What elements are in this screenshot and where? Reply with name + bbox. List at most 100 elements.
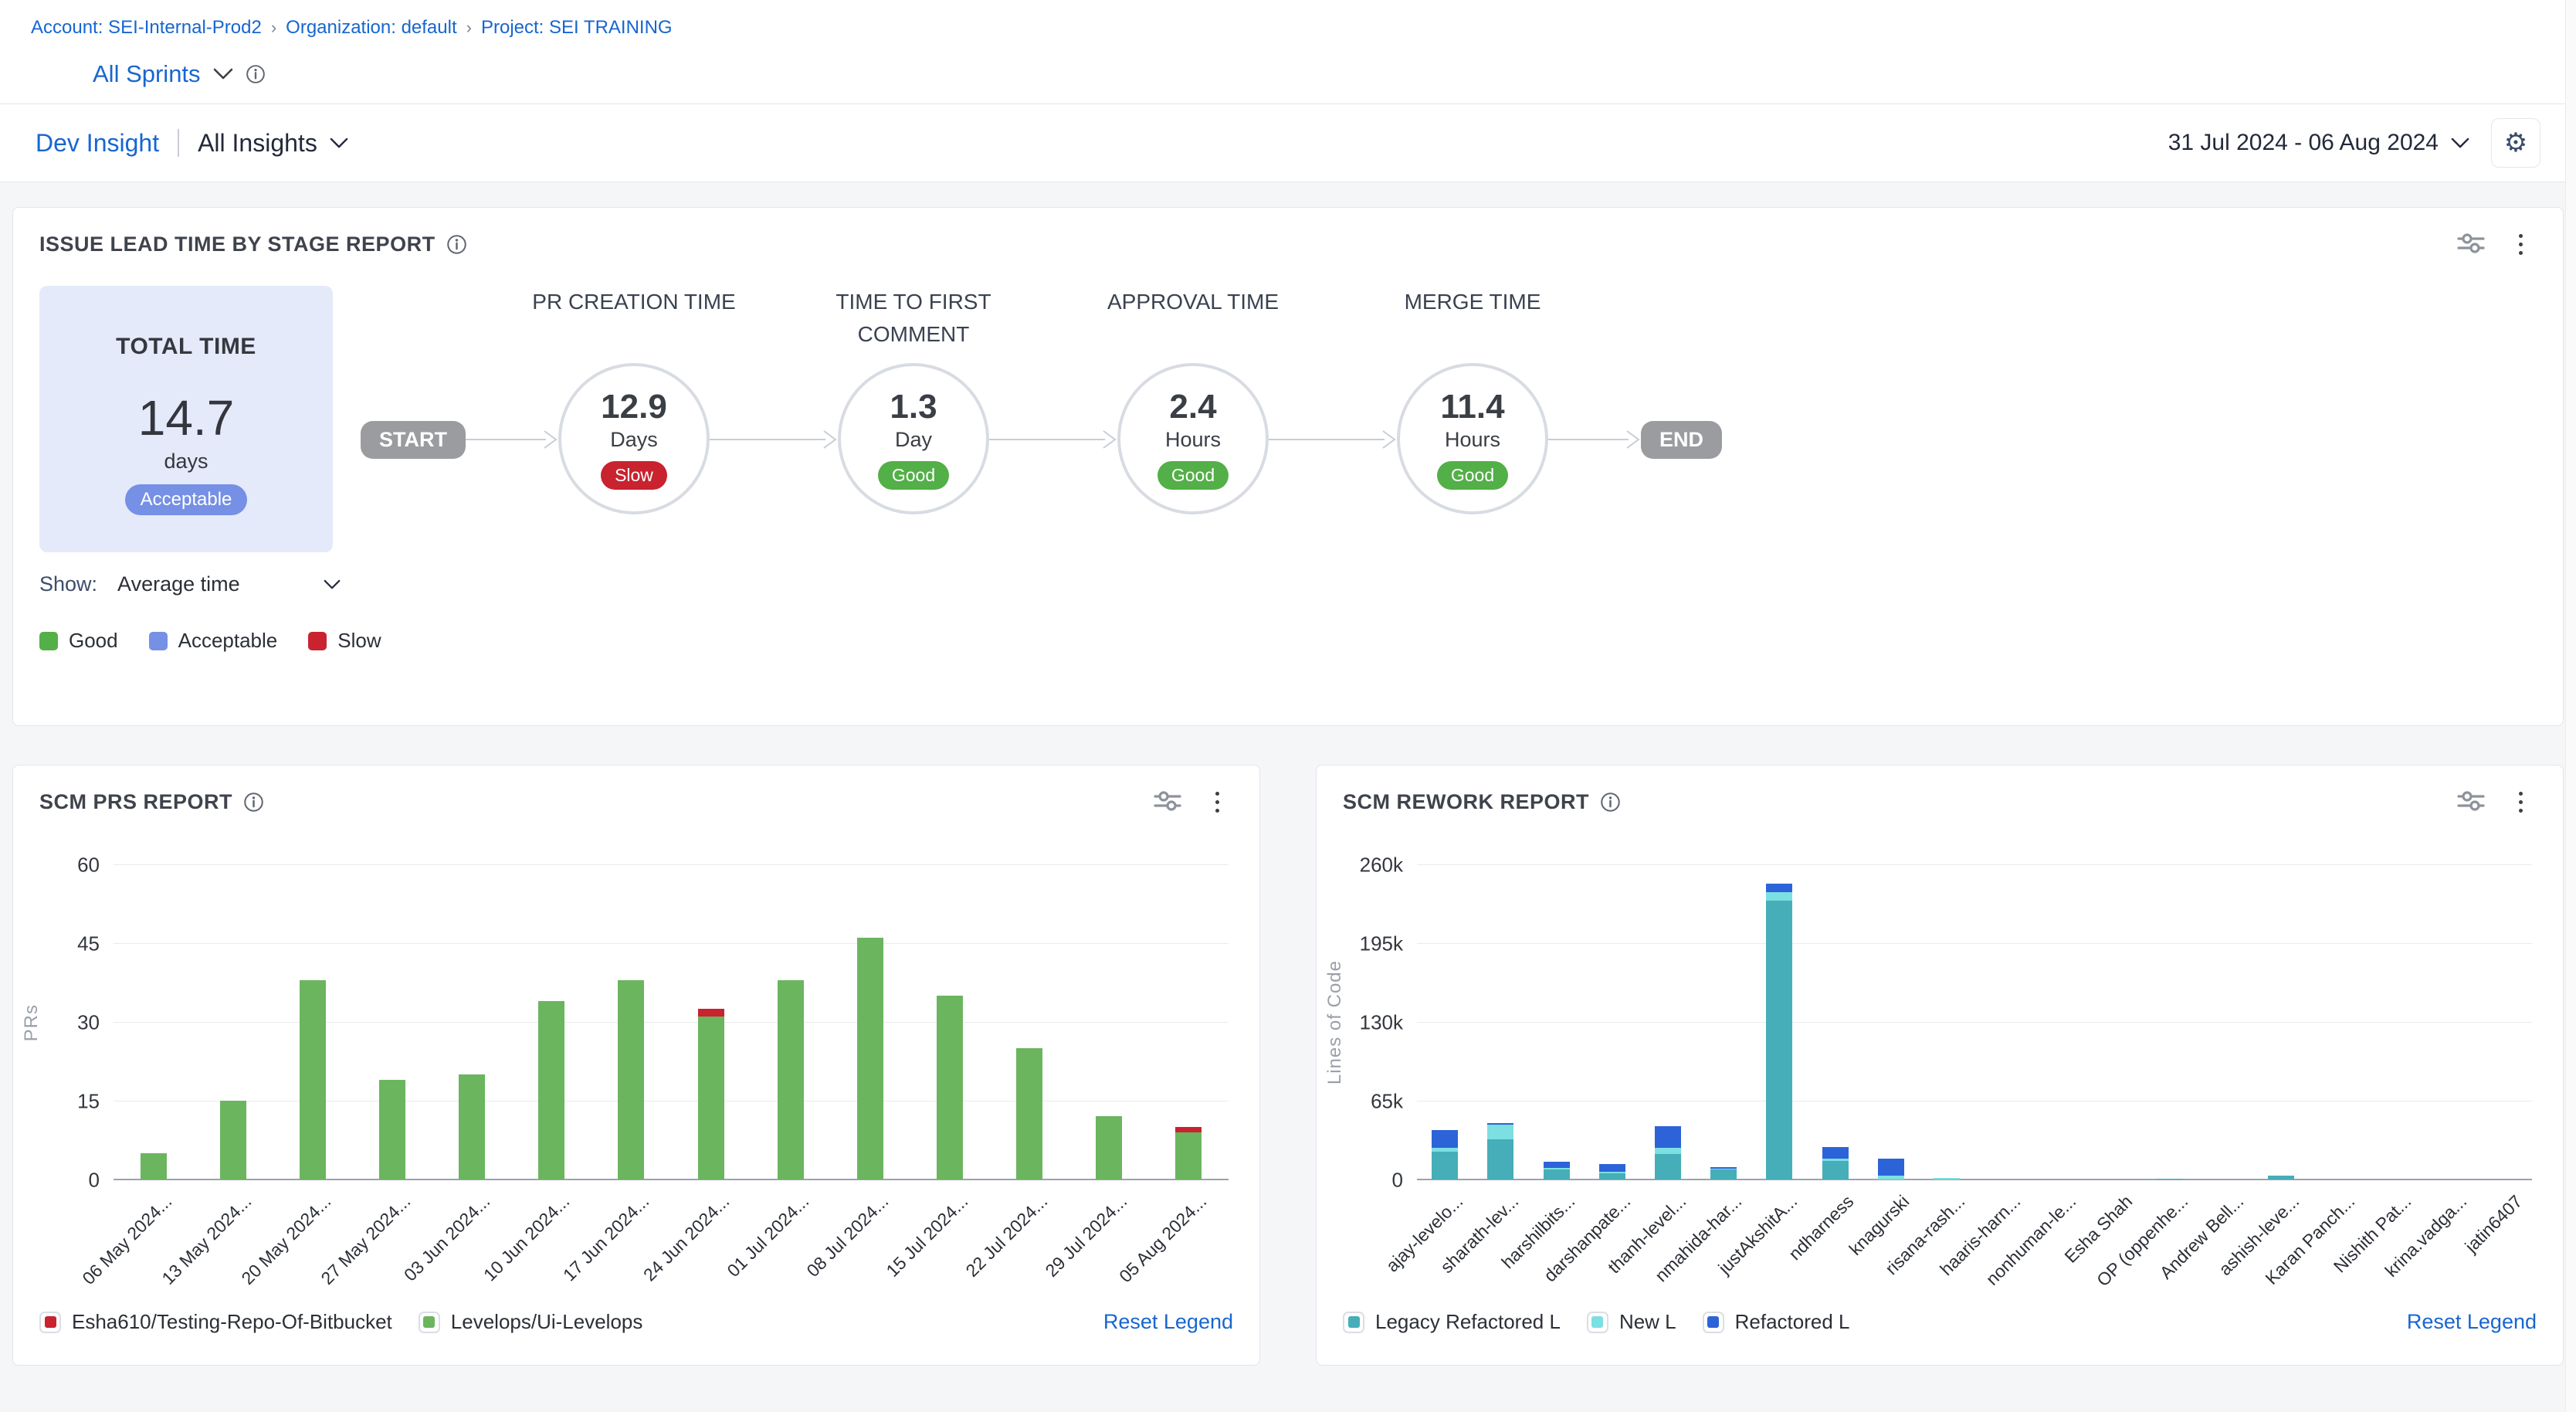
stage-unit: Days xyxy=(610,428,658,452)
bar-segment xyxy=(1487,1139,1513,1179)
insights-scope-dropdown[interactable]: All Insights xyxy=(198,129,348,158)
flow-arrow-icon xyxy=(1548,428,1641,455)
bar xyxy=(1878,1159,1904,1179)
reset-legend-link[interactable]: Reset Legend xyxy=(1103,1310,1233,1334)
bar xyxy=(220,1101,246,1179)
bar xyxy=(618,980,644,1179)
bar-segment xyxy=(2157,1179,2183,1180)
total-time-value: 14.7 xyxy=(39,389,333,446)
gridline xyxy=(1417,864,2532,865)
bar xyxy=(1766,884,1792,1179)
info-icon[interactable] xyxy=(246,64,266,84)
breadcrumb-link[interactable]: Project: SEI TRAINING xyxy=(481,17,673,39)
bar-segment xyxy=(538,1001,564,1179)
reset-legend-link[interactable]: Reset Legend xyxy=(2407,1310,2537,1334)
legend-item: Good xyxy=(39,629,118,653)
stage-value: 1.3 xyxy=(890,388,937,426)
stage-circle: 1.3Day Good xyxy=(838,363,989,514)
widget-menu-icon[interactable] xyxy=(1212,789,1222,816)
widget-filters-icon[interactable] xyxy=(2457,789,2485,815)
insights-scope-label: All Insights xyxy=(198,129,317,158)
bar-segment xyxy=(618,980,644,1179)
info-icon[interactable] xyxy=(446,234,467,255)
lead-stage: MERGE TIME11.4HoursGood xyxy=(1397,286,1548,514)
y-tick-label: 15 xyxy=(77,1090,100,1114)
bar xyxy=(857,938,883,1179)
bar-segment xyxy=(300,980,326,1179)
breadcrumb-link[interactable]: Organization: default xyxy=(286,17,456,39)
bar xyxy=(300,980,326,1179)
bar-segment xyxy=(1822,1161,1849,1179)
insight-name-link[interactable]: Dev Insight xyxy=(36,129,159,158)
widget-filters-icon[interactable] xyxy=(1154,789,1181,815)
stage-value: 12.9 xyxy=(601,388,667,426)
dashboard-content: ISSUE LEAD TIME BY STAGE REPORT TOTAL TI… xyxy=(0,182,2576,1412)
bar-segment xyxy=(1432,1130,1458,1149)
y-tick-label: 45 xyxy=(77,932,100,956)
stage-circle: 11.4HoursGood xyxy=(1397,363,1548,514)
lead-stage: TIME TO FIRST COMMENT1.3DayGood xyxy=(838,286,989,514)
bar-segment xyxy=(1175,1132,1202,1179)
bar-segment xyxy=(1878,1159,1904,1176)
bar-segment xyxy=(857,938,883,1179)
scm-rework-card: SCM REWORK REPORT Lines of Code 065k130k… xyxy=(1316,765,2564,1366)
gridline xyxy=(1417,943,2532,944)
settings-gear-button[interactable]: ⚙ xyxy=(2491,118,2540,168)
stage-rating-badge: Slow xyxy=(601,461,667,490)
breadcrumb-link[interactable]: Account: SEI-Internal-Prod2 xyxy=(31,17,262,39)
bar xyxy=(698,1009,724,1179)
date-range-value: 31 Jul 2024 - 06 Aug 2024 xyxy=(2168,130,2439,156)
bar xyxy=(1822,1147,1849,1179)
bar-segment xyxy=(1599,1173,1625,1179)
bar xyxy=(538,1001,564,1179)
total-time-label: TOTAL TIME xyxy=(39,334,333,360)
stage-unit: Day xyxy=(895,428,932,452)
bar-segment xyxy=(1822,1147,1849,1159)
gridline xyxy=(114,1022,1229,1023)
bar xyxy=(937,996,963,1179)
bar-segment xyxy=(937,996,963,1179)
bar-segment xyxy=(220,1101,246,1179)
divider xyxy=(178,129,179,157)
bar-segment xyxy=(1544,1162,1570,1168)
sprint-selector-label[interactable]: All Sprints xyxy=(93,60,201,88)
widget-filters-icon[interactable] xyxy=(2457,232,2485,257)
bar-segment xyxy=(1544,1169,1570,1179)
scm-prs-card: SCM PRS REPORT PRs 01530456006 May 2024.… xyxy=(12,765,1260,1366)
legend-swatch xyxy=(308,632,327,650)
total-rating-badge: Acceptable xyxy=(125,484,248,515)
stage-rating-badge: Good xyxy=(878,461,949,490)
card-title-text: SCM REWORK REPORT xyxy=(1343,790,1589,814)
bar xyxy=(2268,1176,2294,1179)
y-tick-label: 260k xyxy=(1360,854,1403,877)
widget-menu-icon[interactable] xyxy=(2516,789,2526,816)
stage-value: 11.4 xyxy=(1440,388,1504,426)
card-title: SCM PRS REPORT xyxy=(39,790,264,814)
sprint-selector[interactable]: All Sprints xyxy=(31,39,2576,104)
stage-rating-badge: Good xyxy=(1158,461,1229,490)
bar-segment xyxy=(1016,1048,1042,1179)
show-metric-dropdown[interactable]: Show: Average time xyxy=(39,572,341,596)
scrollbar[interactable] xyxy=(2565,0,2576,1412)
info-icon[interactable] xyxy=(1600,792,1621,813)
widget-menu-icon[interactable] xyxy=(2516,231,2526,258)
prs-bar-chart: PRs 01530456006 May 2024...13 May 2024..… xyxy=(114,865,1229,1310)
info-icon[interactable] xyxy=(243,792,264,813)
legend-label: Acceptable xyxy=(178,629,278,653)
flow-arrow-icon xyxy=(466,428,558,455)
date-range-picker[interactable]: 31 Jul 2024 - 06 Aug 2024 xyxy=(2168,130,2469,156)
bar-segment xyxy=(2268,1176,2294,1179)
breadcrumb-separator: › xyxy=(466,18,472,38)
bar xyxy=(1599,1164,1625,1179)
bar-segment xyxy=(1175,1127,1202,1132)
flow-arrow-icon xyxy=(1269,428,1397,455)
bar-segment xyxy=(379,1080,405,1179)
plot-area: 01530456006 May 2024...13 May 2024...20 … xyxy=(114,865,1229,1180)
total-time-box: TOTAL TIME 14.7 days Acceptable xyxy=(39,286,333,552)
bar-segment xyxy=(1766,901,1792,1179)
bar xyxy=(1175,1127,1202,1179)
bar xyxy=(1655,1126,1681,1179)
bar-segment xyxy=(1766,884,1792,892)
bar-segment xyxy=(141,1153,167,1179)
stage-unit: Hours xyxy=(1165,428,1221,452)
